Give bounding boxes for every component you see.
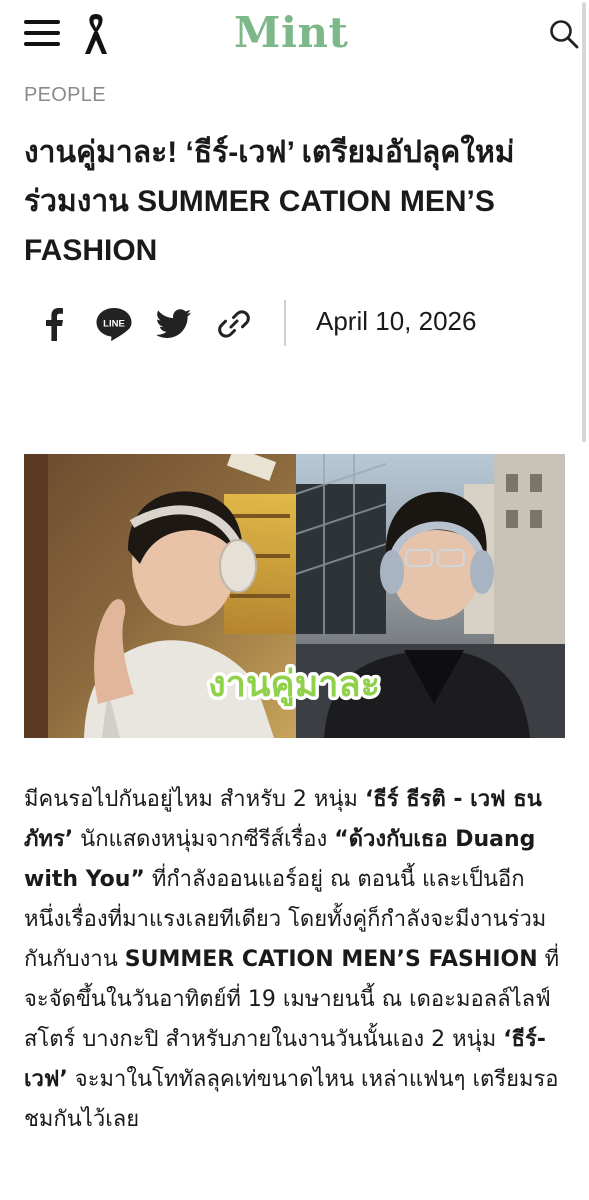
twitter-icon[interactable] — [154, 304, 194, 344]
article-date: April 10, 2026 — [316, 306, 477, 336]
line-icon[interactable]: LINE — [94, 304, 134, 344]
hero-image[interactable]: งานคู่มาละ — [24, 454, 565, 738]
body-text-run: มีคนรอไปกันอยู่ไหม สำหรับ 2 หนุ่ม — [24, 787, 365, 812]
article-body: มีคนรอไปกันอยู่ไหม สำหรับ 2 หนุ่ม ‘ธีร์ … — [24, 780, 564, 1140]
body-emphasis: SUMMER CATION MEN’S FASHION — [124, 947, 538, 972]
article-title: งานคู่มาละ! ‘ธีร์-เวฟ’ เตรียมอัปลุคใหม่ร… — [24, 136, 515, 267]
share-divider — [284, 300, 286, 346]
right-person-headphones — [380, 550, 404, 594]
site-logo[interactable]: Mint — [234, 8, 348, 57]
hamburger-menu-icon[interactable] — [24, 20, 60, 48]
line-icon-label: LINE — [103, 319, 125, 330]
body-text-run: นักแสดงหนุ่มจากซีรีส์เรื่อง — [73, 827, 335, 852]
hero-caption: งานคู่มาละ — [208, 664, 380, 707]
left-person-headphones — [219, 539, 257, 593]
facebook-icon[interactable] — [34, 304, 74, 344]
search-icon[interactable] — [548, 18, 580, 50]
article-category[interactable]: PEOPLE — [24, 84, 106, 107]
black-ribbon-icon — [85, 14, 107, 54]
link-icon[interactable] — [214, 304, 254, 344]
body-text-run: จะมาในโททัลลุคเท่ขนาดไหน เหล่าแฟนๆ เตรีย… — [24, 1067, 559, 1132]
scrollbar[interactable] — [582, 2, 586, 442]
share-bar: LINE April 10, 2026 — [24, 296, 564, 350]
site-header: Mint — [0, 0, 589, 72]
